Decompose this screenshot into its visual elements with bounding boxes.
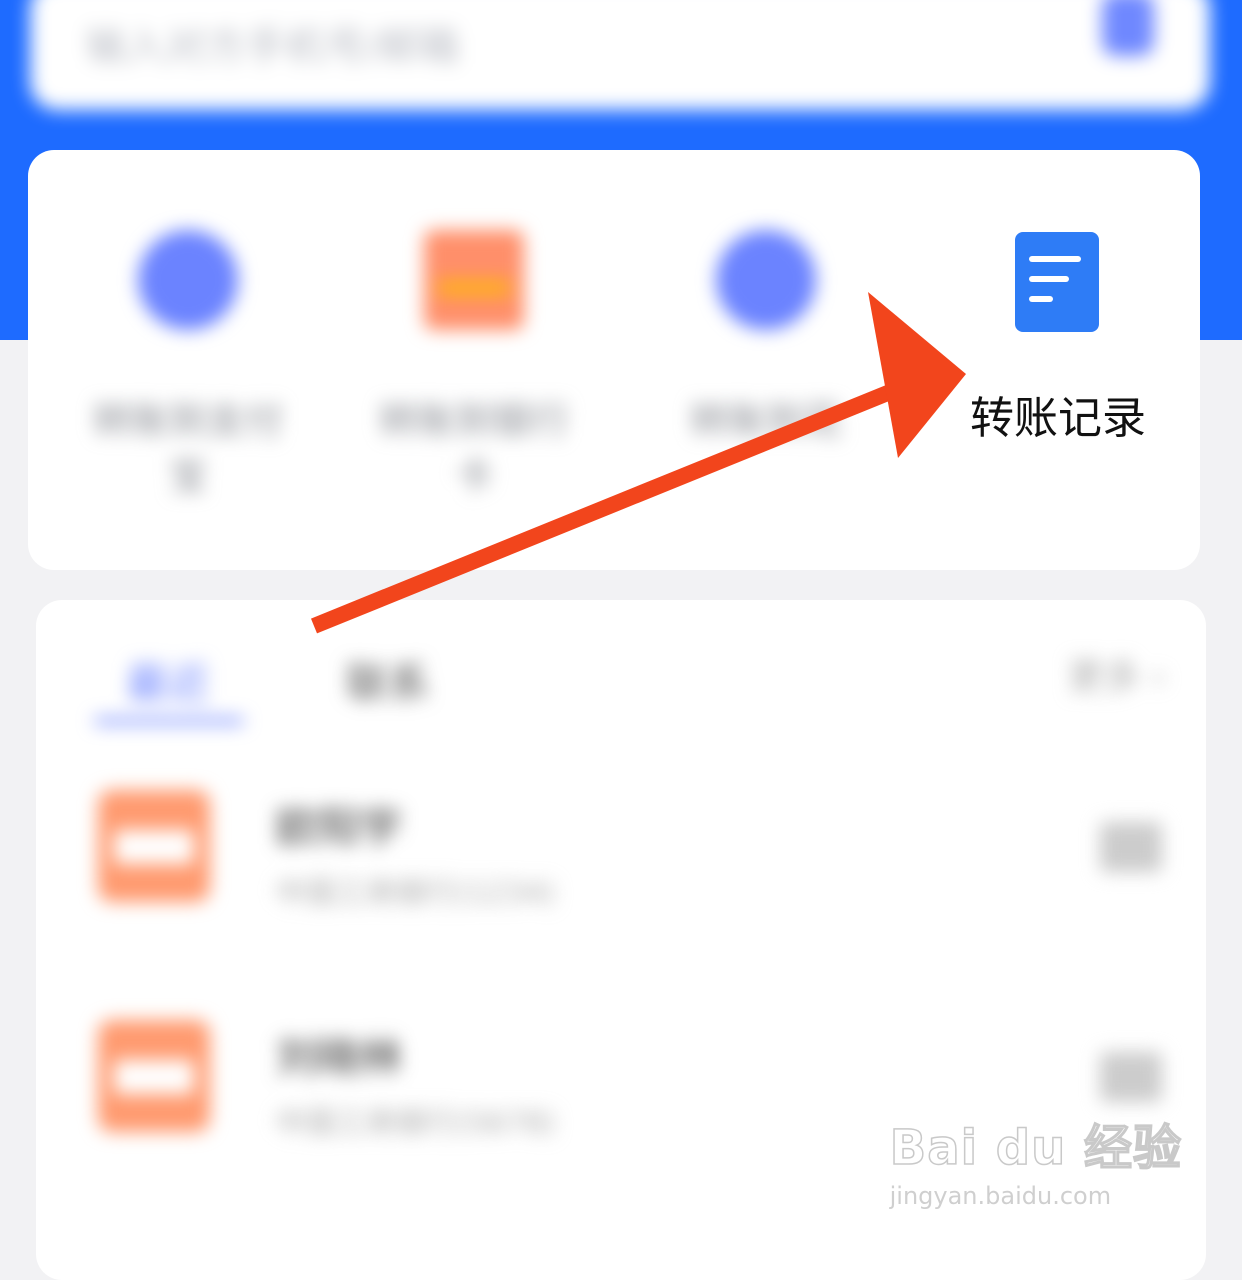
bank-card-icon [424, 230, 524, 330]
transfer-to-huabei-button[interactable]: 转账到花 [656, 230, 876, 443]
document-list-icon [1015, 232, 1099, 332]
transfer-to-alipay-label: 转账到支付宝 [92, 399, 283, 498]
transfer-functions-card: 转账到支付宝 转账到银行卡 转账到花 转账记录 [28, 150, 1200, 570]
contact-detail: 中国工商银行(1234) [276, 876, 556, 911]
transfer-to-huabei-label: 转账到花 [689, 399, 842, 443]
bank-avatar-icon [98, 1020, 210, 1132]
watermark-site: jingyan.baidu.com [889, 1182, 1112, 1210]
transfer-to-bank-card-label: 转账到银行卡 [378, 399, 569, 498]
tab-recent[interactable]: 最近 [126, 650, 210, 711]
baidu-jingyan-watermark: Bai du 经验 jingyan.baidu.com [889, 1108, 1182, 1210]
transfer-records-button[interactable]: 转账记录 [960, 230, 1210, 470]
search-box[interactable]: 输入对方手机号/邮箱 [30, 0, 1210, 110]
search-input[interactable]: 输入对方手机号/邮箱 [86, 14, 459, 72]
tab-contacts[interactable]: 联系 [346, 650, 430, 711]
alipay-user-icon [138, 230, 238, 330]
more-link[interactable]: 更多 › [1068, 648, 1166, 700]
contact-name: 刘晓林 [276, 1033, 403, 1082]
watermark-logo: Bai du 经验 [889, 1119, 1182, 1177]
contact-detail: 中国工商银行(5678) [276, 1106, 556, 1141]
contact-name: 欧阳宇 [276, 803, 403, 852]
transfer-to-bank-card-button[interactable]: 转账到银行卡 [364, 230, 584, 498]
contact-action-icon[interactable] [1100, 822, 1162, 872]
contact-action-icon[interactable] [1100, 1052, 1162, 1102]
tab-active-indicator [94, 718, 244, 724]
contacts-icon[interactable] [1102, 0, 1154, 56]
transfer-records-label: 转账记录 [970, 393, 1146, 444]
bank-avatar-icon [98, 790, 210, 902]
transfer-to-alipay-button[interactable]: 转账到支付宝 [78, 230, 298, 498]
clock-icon [716, 230, 816, 330]
contact-row[interactable]: 欧阳宇 中国工商银行(1234) [36, 790, 1206, 990]
